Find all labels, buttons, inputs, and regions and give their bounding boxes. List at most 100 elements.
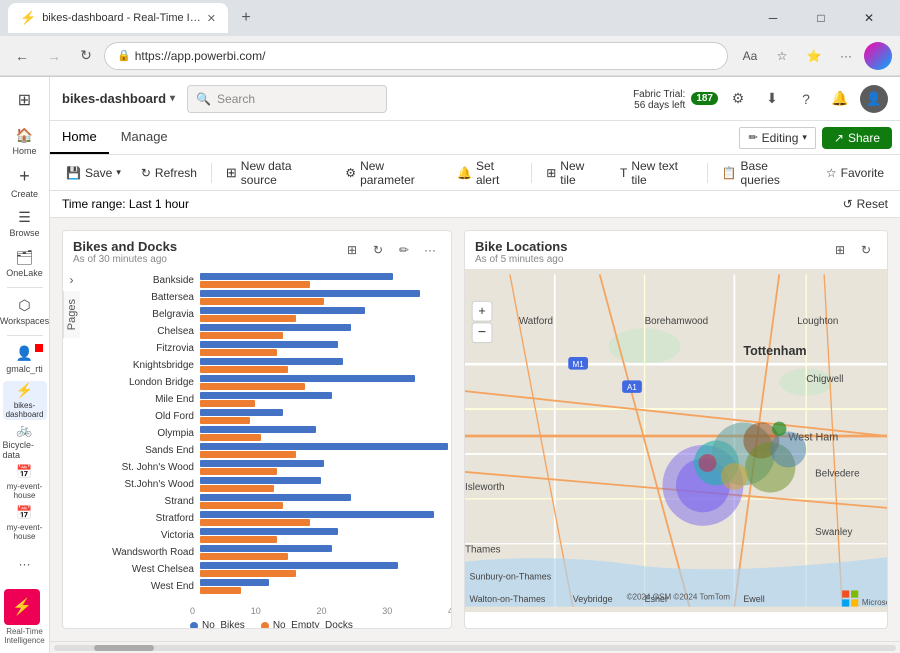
bar-orange bbox=[200, 468, 277, 475]
url-bar[interactable]: 🔒 https://app.powerbi.com/ bbox=[104, 42, 728, 70]
sidebar-item-create[interactable]: + Create bbox=[3, 163, 47, 202]
sidebar-bicycle-label: Bicycle-data bbox=[3, 440, 47, 460]
download-button[interactable]: ⬇ bbox=[758, 85, 786, 113]
share-icon: ↗ bbox=[834, 131, 844, 145]
bar-group bbox=[200, 409, 448, 424]
chart-view-toggle[interactable]: ⊞ bbox=[341, 239, 363, 261]
map-badge-a1-label: A1 bbox=[627, 383, 637, 392]
bar-chart-row: Chelsea bbox=[90, 324, 448, 339]
bar-blue bbox=[200, 562, 398, 569]
save-dropdown[interactable]: ▾ bbox=[116, 167, 121, 178]
tab-manage[interactable]: Manage bbox=[109, 121, 180, 154]
url-text: https://app.powerbi.com/ bbox=[135, 49, 266, 63]
tab-nav: Home Manage bbox=[50, 121, 180, 154]
bar-group bbox=[200, 324, 448, 339]
map-chart-header: Bike Locations As of 5 minutes ago ⊞ ↻ bbox=[465, 231, 887, 269]
share-button[interactable]: ↗ Share bbox=[822, 127, 892, 149]
settings-button[interactable]: ⚙ bbox=[724, 85, 752, 113]
sidebar-item-bicycle-data[interactable]: 🚲 Bicycle-data bbox=[3, 422, 47, 461]
editing-dropdown-arrow[interactable]: ▾ bbox=[802, 132, 807, 143]
home-icon: 🏠 bbox=[16, 127, 33, 144]
favorite-button[interactable]: ☆ Favorite bbox=[818, 160, 892, 186]
realtime-intelligence-icon[interactable]: ⚡ Real-Time Intelligence bbox=[0, 585, 49, 649]
app-title-chevron[interactable]: ▾ bbox=[170, 93, 175, 104]
sidebar-onelake-label: OneLake bbox=[6, 268, 43, 278]
map-label-ewell: Ewell bbox=[743, 594, 764, 604]
new-text-tile-button[interactable]: T New text tile bbox=[612, 160, 701, 186]
bar-orange bbox=[200, 587, 241, 594]
ms-logo-r3 bbox=[842, 599, 849, 606]
map-label-watford: Watford bbox=[519, 316, 553, 327]
sidebar-item-event-house-2[interactable]: 📅 my-event-house bbox=[3, 503, 47, 542]
sidebar-item-dashboard[interactable]: ⚡ bikes-dashboard bbox=[3, 381, 47, 420]
sidebar-item-apps[interactable]: ⊞ bbox=[3, 81, 47, 120]
new-tile-icon: ⊞ bbox=[546, 166, 556, 180]
address-bar: ← → ↻ 🔒 https://app.powerbi.com/ Aa ☆ ⭐ … bbox=[0, 36, 900, 76]
pages-up-arrow[interactable]: › bbox=[63, 269, 80, 291]
fabric-trial-label: Fabric Trial: bbox=[633, 89, 685, 100]
active-tab[interactable]: ⚡ bikes-dashboard - Real-Time Inte... ✕ bbox=[8, 3, 228, 33]
new-tile-button[interactable]: ⊞ New tile bbox=[538, 160, 608, 186]
map-label-tottenham: Tottenham bbox=[743, 344, 806, 358]
favorites-button[interactable]: ☆ bbox=[768, 42, 796, 70]
close-button[interactable]: ✕ bbox=[846, 0, 892, 36]
map-view-toggle[interactable]: ⊞ bbox=[829, 239, 851, 261]
back-button[interactable]: ← bbox=[8, 42, 36, 70]
bikes-chart-actions: ⊞ ↻ ✏ ··· bbox=[341, 239, 441, 261]
profile-button[interactable] bbox=[864, 42, 892, 70]
horizontal-scrollbar[interactable] bbox=[50, 641, 900, 653]
chart-more[interactable]: ··· bbox=[419, 239, 441, 261]
bar-orange bbox=[200, 434, 261, 441]
tab-favicon: ⚡ bbox=[20, 10, 36, 26]
help-button[interactable]: ? bbox=[792, 85, 820, 113]
forward-button[interactable]: → bbox=[40, 42, 68, 70]
bar-label: Victoria bbox=[90, 530, 200, 541]
new-parameter-button[interactable]: ⚙ New parameter bbox=[337, 160, 445, 186]
base-queries-button[interactable]: 📋 Base queries bbox=[714, 160, 814, 186]
editing-button[interactable]: ✏ Editing ▾ bbox=[739, 127, 815, 149]
sidebar-more-button[interactable]: ··· bbox=[3, 544, 47, 583]
sidebar-item-event-house-1[interactable]: 📅 my-event-house bbox=[3, 463, 47, 502]
reset-button[interactable]: ↺ Reset bbox=[843, 197, 888, 211]
read-mode-button[interactable]: Aa bbox=[736, 42, 764, 70]
map-refresh[interactable]: ↻ bbox=[855, 239, 877, 261]
bar-orange bbox=[200, 298, 324, 305]
collections-button[interactable]: ⭐ bbox=[800, 42, 828, 70]
sidebar-item-user[interactable]: 👤 gmalc_rti bbox=[3, 340, 47, 379]
new-data-source-button[interactable]: ⊞ New data source bbox=[218, 160, 333, 186]
user-avatar[interactable]: 👤 bbox=[860, 85, 888, 113]
new-tile-label: New tile bbox=[560, 159, 600, 187]
pages-tab[interactable]: Pages bbox=[63, 291, 80, 338]
sidebar-item-home[interactable]: 🏠 Home bbox=[3, 122, 47, 161]
map-svg: Watford Borehamwood Loughton Tottenham C… bbox=[465, 269, 887, 612]
save-button[interactable]: 💾 Save ▾ bbox=[58, 160, 129, 186]
minimize-button[interactable]: ─ bbox=[750, 0, 796, 36]
scroll-thumb[interactable] bbox=[94, 645, 154, 651]
sidebar-item-browse[interactable]: ☰ Browse bbox=[3, 204, 47, 243]
sidebar-item-workspaces[interactable]: ⬡ Workspaces bbox=[3, 292, 47, 331]
tab-home[interactable]: Home bbox=[50, 121, 109, 154]
sidebar-home-label: Home bbox=[12, 146, 36, 156]
bar-group bbox=[200, 511, 448, 526]
reload-button[interactable]: ↻ bbox=[72, 42, 100, 70]
set-alert-button[interactable]: 🔔 Set alert bbox=[449, 160, 525, 186]
refresh-button[interactable]: ↻ Refresh bbox=[133, 160, 205, 186]
map-chart-title-area: Bike Locations As of 5 minutes ago bbox=[475, 239, 567, 265]
search-icon: 🔍 bbox=[196, 92, 211, 106]
bar-blue bbox=[200, 324, 351, 331]
bar-blue bbox=[200, 579, 269, 586]
search-box[interactable]: 🔍 Search bbox=[187, 85, 387, 113]
sidebar-item-onelake[interactable]: 🗂 OneLake bbox=[3, 244, 47, 283]
bar-label: Knightsbridge bbox=[90, 360, 200, 371]
map-copyright: ©2024 OSM ©2024 TomTom bbox=[627, 592, 731, 601]
browser-menu-button[interactable]: ··· bbox=[832, 42, 860, 70]
favorite-label: Favorite bbox=[841, 166, 884, 180]
notifications-button[interactable]: 🔔 bbox=[826, 85, 854, 113]
chart-edit[interactable]: ✏ bbox=[393, 239, 415, 261]
ms-logo-label: Microsoft bbox=[862, 598, 887, 607]
new-tab-button[interactable]: + bbox=[232, 4, 260, 32]
bar-orange bbox=[200, 451, 296, 458]
tab-close-icon[interactable]: ✕ bbox=[207, 12, 216, 25]
maximize-button[interactable]: □ bbox=[798, 0, 844, 36]
chart-refresh[interactable]: ↻ bbox=[367, 239, 389, 261]
